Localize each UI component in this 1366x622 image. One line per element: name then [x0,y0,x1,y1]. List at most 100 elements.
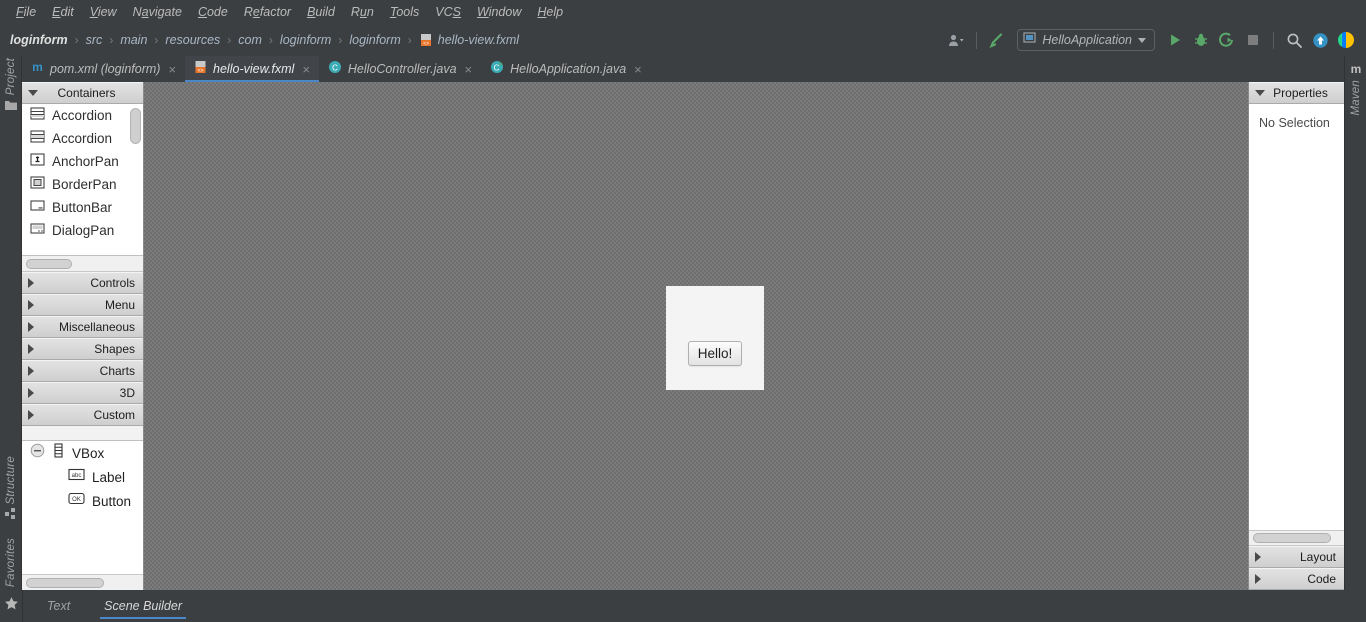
list-item[interactable]: DialogPan [22,219,143,242]
intellij-logo-icon[interactable] [1334,28,1358,52]
close-icon[interactable]: × [168,63,176,76]
inspector-horizontal-scrollbar[interactable] [1249,530,1344,546]
tree-item-vbox[interactable]: VBox [22,441,143,465]
menu-item-file[interactable]: File [8,3,44,21]
library-section-shapes-header[interactable]: Shapes [22,338,143,360]
breadcrumb-item-loginform-pkg[interactable]: loginform [280,33,331,47]
debug-bug-icon[interactable] [1189,28,1213,52]
tree-item-button[interactable]: OK Button [22,489,143,513]
tool-window-project[interactable]: Project [0,58,22,115]
scrollbar-thumb[interactable] [1253,533,1331,543]
close-icon[interactable]: × [302,63,310,76]
bottom-tab-scene-builder[interactable]: Scene Builder [94,590,192,622]
menu-item-vcs[interactable]: VCS [427,3,469,21]
list-item[interactable]: Accordion [22,127,143,150]
breadcrumb-item-com[interactable]: com [238,33,262,47]
library-section-custom-header[interactable]: Custom [22,404,143,426]
run-play-icon[interactable] [1163,28,1187,52]
list-item-label: Accordion [52,131,113,146]
bottom-tool-strip: Text Scene Builder [0,590,1366,622]
list-item-label: AnchorPan [52,154,119,169]
menu-item-run[interactable]: Run [343,3,382,21]
design-canvas[interactable]: Hello! [144,82,1248,590]
close-icon[interactable]: × [634,63,642,76]
menu-item-build[interactable]: Build [299,3,343,21]
build-hammer-icon[interactable] [985,28,1009,52]
library-section-menu-header[interactable]: Menu [22,294,143,316]
menu-item-code[interactable]: Code [190,3,236,21]
tool-window-label: Favorites [5,538,17,588]
library-section-3d-header[interactable]: 3D [22,382,143,404]
menu-item-help[interactable]: Help [529,3,571,21]
hierarchy-horizontal-scrollbar[interactable] [22,574,143,590]
menu-item-view[interactable]: View [82,3,125,21]
accordion-icon [30,129,45,149]
breadcrumb-item-main[interactable]: main [120,33,147,47]
breadcrumb-separator: › [154,33,159,47]
button-ok-icon: OK [68,492,85,510]
breadcrumb-item-loginform[interactable]: loginform [10,33,68,47]
folder-icon [4,99,18,111]
favorites-star-button[interactable] [0,596,22,616]
breadcrumb-separator: › [74,33,79,47]
library-containers-list[interactable]: Accordion Accordion AnchorPan BorderPan [22,104,143,256]
svg-text:abc: abc [72,473,82,479]
list-item[interactable]: AnchorPan [22,150,143,173]
breadcrumb-item-loginform-sub[interactable]: loginform [349,33,400,47]
menu-item-window[interactable]: Window [469,3,529,21]
library-section-charts-header[interactable]: Charts [22,360,143,382]
inspector-section-code-header[interactable]: Code [1249,568,1344,590]
update-arrow-icon[interactable] [1308,28,1332,52]
stop-square-icon[interactable] [1241,28,1265,52]
run-with-coverage-icon[interactable] [1215,28,1239,52]
library-section-label: Charts [99,364,135,378]
tool-window-maven[interactable]: m Maven [1345,58,1366,116]
menu-item-refactor[interactable]: Refactor [236,3,299,21]
tree-item-label[interactable]: abc Label [22,465,143,489]
run-configuration-selector[interactable]: HelloApplication [1017,29,1155,51]
menu-item-navigate[interactable]: Navigate [125,3,190,21]
bottom-tab-text[interactable]: Text [37,590,80,622]
collapse-minus-icon[interactable] [30,443,45,463]
menu-item-edit[interactable]: Edit [44,3,82,21]
chevron-down-icon [28,90,38,96]
preview-root-vbox[interactable]: Hello! [666,286,764,390]
list-item[interactable]: ButtonBar [22,196,143,219]
run-configuration-label: HelloApplication [1042,33,1132,47]
tab-hello-view-fxml[interactable]: <> hello-view.fxml × [185,56,319,82]
scrollbar-thumb[interactable] [26,258,72,269]
search-icon[interactable] [1282,28,1306,52]
tool-window-structure[interactable]: Structure [0,456,22,524]
library-section-miscellaneous-header[interactable]: Miscellaneous [22,316,143,338]
breadcrumb-item-src[interactable]: src [86,33,103,47]
breadcrumb-item-hello-view-fxml[interactable]: hello-view.fxml [438,33,519,47]
library-section-containers-header[interactable]: Containers [22,82,143,104]
list-item-label: DialogPan [52,223,115,238]
tab-hello-controller-java[interactable]: C HelloController.java × [319,56,481,82]
list-item[interactable]: BorderPan [22,173,143,196]
tab-pom-xml[interactable]: m pom.xml (loginform) × [22,56,185,82]
toolbar-divider [1273,31,1274,49]
breadcrumb-item-resources[interactable]: resources [165,33,220,47]
breadcrumb-separator: › [268,33,273,47]
tab-hello-application-java[interactable]: C HelloApplication.java × [481,56,651,82]
breadcrumb-separator: › [109,33,114,47]
user-account-icon[interactable] [944,28,968,52]
scrollbar-thumb[interactable] [26,577,104,588]
vbox-icon [52,443,65,463]
hierarchy-tree[interactable]: VBox abc Label OK Button [22,440,143,574]
library-vertical-scrollbar[interactable] [130,108,141,144]
library-section-controls-header[interactable]: Controls [22,272,143,294]
tab-label: HelloApplication.java [510,62,627,76]
inspector-section-layout-header[interactable]: Layout [1249,546,1344,568]
svg-text:<>: <> [198,68,204,74]
menu-item-tools[interactable]: Tools [382,3,427,21]
list-item[interactable]: Accordion [22,104,143,127]
chevron-down-icon [1255,90,1265,96]
close-icon[interactable]: × [465,63,473,76]
library-horizontal-scrollbar[interactable] [22,256,143,272]
breadcrumb: loginform › src › main › resources › com… [0,33,944,47]
library-section-label: Custom [93,408,135,422]
inspector-section-properties-header[interactable]: Properties [1249,82,1344,104]
preview-hello-button[interactable]: Hello! [687,341,743,366]
